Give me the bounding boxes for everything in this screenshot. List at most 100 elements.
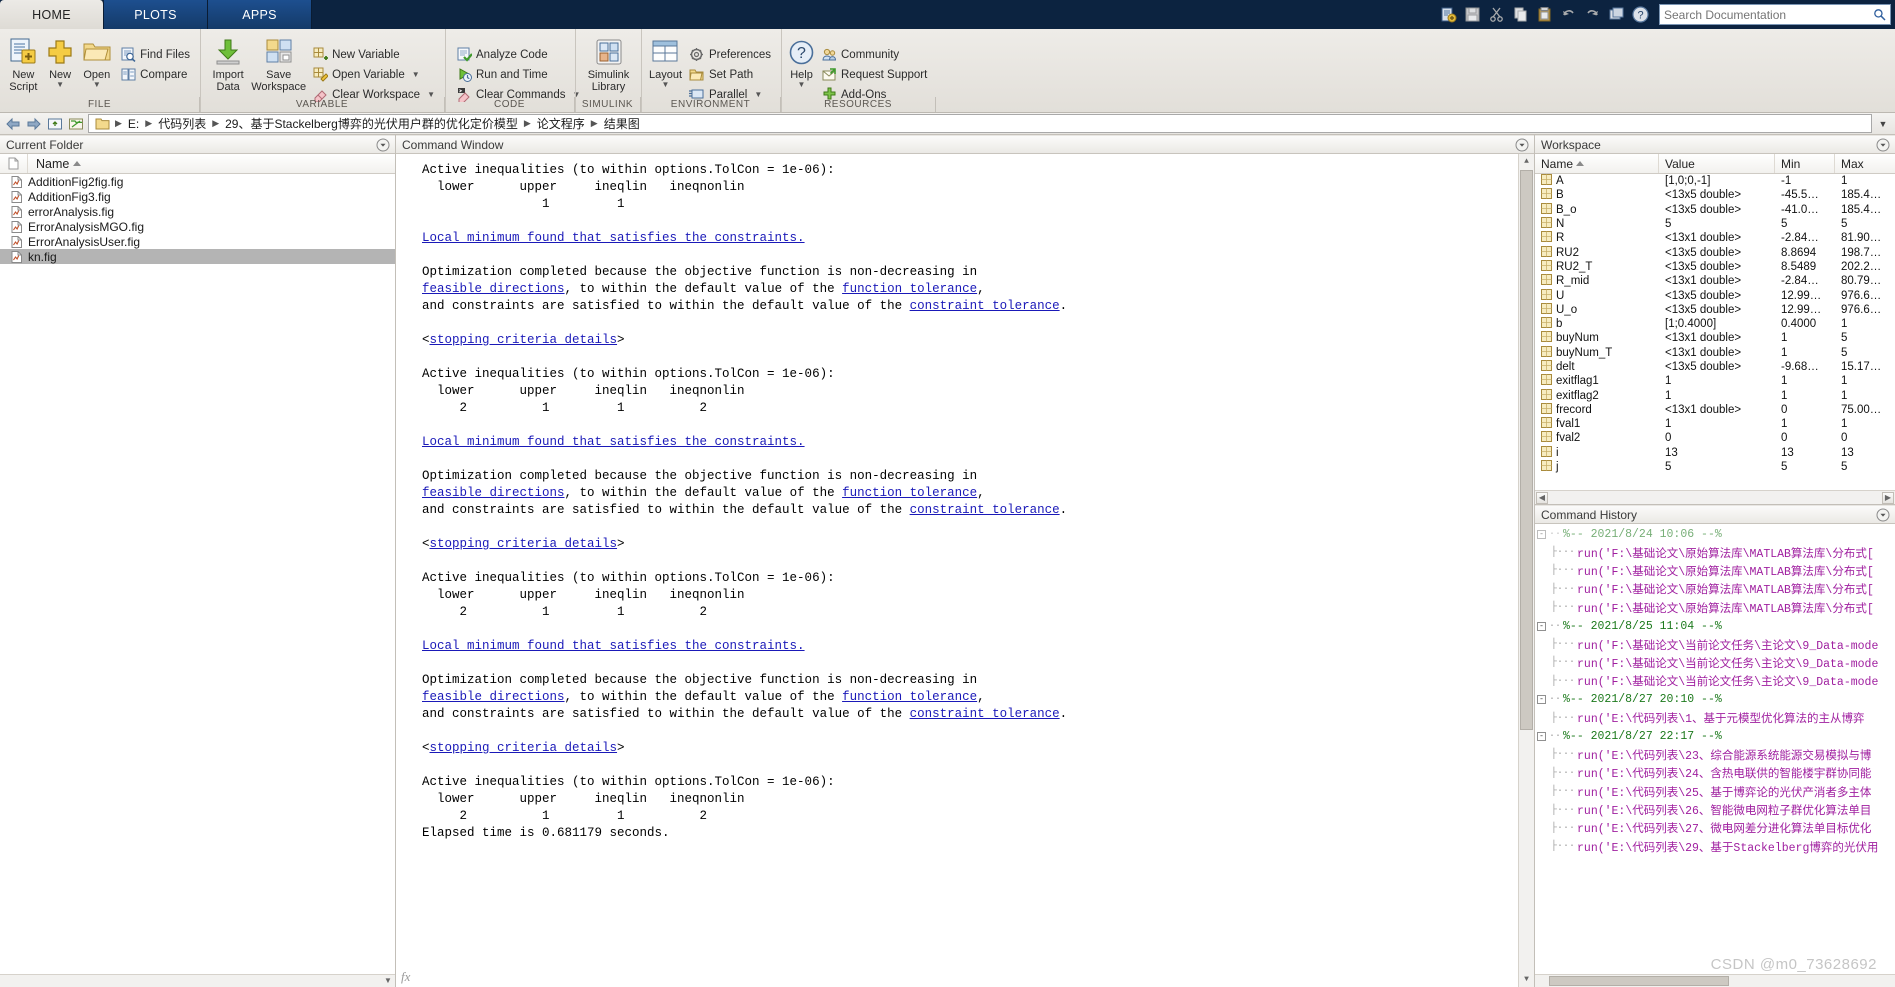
table-row[interactable]: RU2 <13x5 double> 8.8694 198.7…: [1535, 245, 1895, 259]
table-row[interactable]: N555: [1535, 217, 1895, 231]
breadcrumb[interactable]: ▶ E: ▶ 代码列表 ▶ 29、基于Stackelberg博弈的光伏用户群的优…: [88, 114, 1872, 133]
scrollbar-thumb[interactable]: [1549, 976, 1729, 986]
breadcrumb-dropdown-icon[interactable]: ▼: [1875, 119, 1891, 129]
scroll-down-icon[interactable]: ▼: [1520, 973, 1533, 986]
list-item[interactable]: ErrorAnalysisMGO.fig: [0, 219, 395, 234]
list-item[interactable]: ErrorAnalysisUser.fig: [0, 234, 395, 249]
workspace-col-name[interactable]: Name: [1535, 154, 1659, 173]
command-window-scrollbar[interactable]: ▲ ▼: [1518, 154, 1534, 987]
breadcrumb-item-1[interactable]: 代码列表: [156, 115, 208, 132]
table-row[interactable]: exitflag1 1 1 1: [1535, 374, 1895, 388]
preferences-button[interactable]: Preferences: [685, 45, 775, 64]
set-path-button[interactable]: Set Path: [685, 65, 775, 84]
history-session-header[interactable]: - ·· %-- 2021/8/24 10:06 --%: [1535, 525, 1895, 543]
compare-button[interactable]: Compare: [116, 65, 194, 84]
new-button[interactable]: New ▼: [43, 33, 78, 89]
command-output-link[interactable]: stopping criteria details: [430, 537, 618, 551]
history-command[interactable]: ├··· run('E:\代码列表\26、智能微电网粒子群优化算法单目: [1535, 801, 1895, 819]
switch-window-icon[interactable]: [1605, 4, 1627, 25]
breadcrumb-item-4[interactable]: 结果图: [602, 115, 642, 132]
run-and-time-button[interactable]: Run and Time: [452, 65, 584, 84]
open-variable-button[interactable]: Open Variable ▼: [308, 65, 439, 84]
save-icon[interactable]: [1461, 4, 1483, 25]
paste-icon[interactable]: [1533, 4, 1555, 25]
workspace-hscrollbar[interactable]: ◀ ▶: [1535, 490, 1895, 504]
back-arrow-icon[interactable]: [4, 115, 22, 133]
chevron-down-icon[interactable]: ▼: [662, 81, 670, 89]
table-row[interactable]: b [1;0.4000] 0.4000 1: [1535, 317, 1895, 331]
table-row[interactable]: buyNum <13x1 double> 1 5: [1535, 331, 1895, 345]
breadcrumb-item-2[interactable]: 29、基于Stackelberg博弈的光伏用户群的优化定价模型: [223, 115, 520, 132]
table-row[interactable]: U <13x5 double> 12.99… 976.6…: [1535, 288, 1895, 302]
collapse-toggle-icon[interactable]: -: [1537, 731, 1546, 741]
history-command[interactable]: ├··· run('E:\代码列表\23、综合能源系统能源交易模拟与博: [1535, 746, 1895, 764]
workspace-variable-list[interactable]: A [1,0;0,-1] -1 1 B <13x5 double> -45.5… 185.4……: [1535, 174, 1895, 490]
table-row[interactable]: j555: [1535, 460, 1895, 474]
table-row[interactable]: exitflag2 1 1 1: [1535, 388, 1895, 402]
table-row[interactable]: R <13x1 double> -2.84… 81.90…: [1535, 231, 1895, 245]
collapse-toggle-icon[interactable]: -: [1537, 695, 1546, 705]
command-history-list[interactable]: - ·· %-- 2021/8/24 10:06 --% ├··· run('F:\基础…: [1535, 524, 1895, 974]
import-data-button[interactable]: Import Data: [207, 33, 249, 93]
up-folder-icon[interactable]: [46, 115, 64, 133]
panel-options-icon[interactable]: [376, 138, 390, 155]
table-row[interactable]: R_mid <13x1 double> -2.84… 80.79…: [1535, 274, 1895, 288]
history-command[interactable]: ├··· run('E:\代码列表\24、含热电联供的智能楼宇群协同能: [1535, 764, 1895, 782]
command-output-link[interactable]: constraint tolerance: [910, 299, 1060, 313]
command-window-output[interactable]: Active inequalities (to within options.T…: [396, 154, 1534, 987]
new-script-button[interactable]: New Script: [6, 33, 41, 93]
new-script-icon[interactable]: [1437, 4, 1459, 25]
table-row[interactable]: frecord <13x1 double> 0 75.00…: [1535, 402, 1895, 417]
command-output-link[interactable]: feasible directions: [422, 282, 565, 296]
forward-arrow-icon[interactable]: [25, 115, 43, 133]
search-documentation-box[interactable]: [1659, 4, 1891, 25]
community-button[interactable]: Community: [817, 45, 931, 64]
command-output-link[interactable]: function tolerance: [842, 690, 977, 704]
table-row[interactable]: U_o <13x5 double> 12.99… 976.6…: [1535, 302, 1895, 317]
list-item[interactable]: errorAnalysis.fig: [0, 204, 395, 219]
history-command[interactable]: ├··· run('E:\代码列表\29、基于Stackelberg博弈的光伏用: [1535, 838, 1895, 856]
command-output-link[interactable]: Local minimum found that satisfies the c…: [422, 231, 805, 245]
history-command[interactable]: ├··· run('E:\代码列表\25、基于博弈论的光伏产消者多主体: [1535, 782, 1895, 800]
panel-options-icon[interactable]: [1515, 138, 1529, 155]
command-output-link[interactable]: function tolerance: [842, 282, 977, 296]
tab-apps[interactable]: APPS: [208, 0, 312, 29]
list-item[interactable]: AdditionFig2fig.fig: [0, 174, 395, 189]
table-row[interactable]: delt <13x5 double> -9.68… 15.17…: [1535, 360, 1895, 374]
table-row[interactable]: i 13 13 13: [1535, 445, 1895, 460]
scrollbar-thumb[interactable]: [1520, 170, 1533, 730]
workspace-col-value[interactable]: Value: [1659, 154, 1775, 173]
command-output-link[interactable]: stopping criteria details: [430, 741, 618, 755]
tab-plots[interactable]: PLOTS: [104, 0, 208, 29]
list-item-selected[interactable]: kn.fig: [0, 249, 395, 264]
analyze-code-button[interactable]: Analyze Code: [452, 45, 584, 64]
history-command[interactable]: ├··· run('F:\基础论文\当前论文任务\主论文\9_Data-mode: [1535, 635, 1895, 653]
request-support-button[interactable]: Request Support: [817, 65, 931, 84]
collapse-toggle-icon[interactable]: -: [1537, 529, 1546, 539]
scroll-left-icon[interactable]: ◀: [1536, 491, 1548, 504]
workspace-col-max[interactable]: Max: [1835, 154, 1895, 173]
history-command[interactable]: ├··· run('E:\代码列表\1、基于元模型优化算法的主从博弈: [1535, 709, 1895, 727]
chevron-down-icon[interactable]: ▼: [412, 70, 420, 79]
history-command[interactable]: ├··· run('E:\代码列表\27、微电网差分进化算法单目标优化: [1535, 819, 1895, 837]
history-session-header[interactable]: - ·· %-- 2021/8/27 22:17 --%: [1535, 727, 1895, 745]
scroll-up-icon[interactable]: ▲: [1520, 155, 1533, 168]
list-item[interactable]: AdditionFig3.fig: [0, 189, 395, 204]
breadcrumb-item-3[interactable]: 论文程序: [535, 115, 587, 132]
find-files-button[interactable]: Find Files: [116, 45, 194, 64]
command-output-link[interactable]: Local minimum found that satisfies the c…: [422, 639, 805, 653]
browse-folder-icon[interactable]: [67, 115, 85, 133]
history-command[interactable]: ├··· run('F:\基础论文\原始算法库\MATLAB算法库\分布式[: [1535, 599, 1895, 617]
panel-options-icon[interactable]: [1876, 138, 1890, 155]
panel-options-icon[interactable]: [1876, 508, 1890, 525]
table-row[interactable]: fval2 0 0 0: [1535, 431, 1895, 445]
command-output-link[interactable]: stopping criteria details: [430, 333, 618, 347]
help-icon[interactable]: ?: [1629, 4, 1651, 25]
history-command[interactable]: ├··· run('F:\基础论文\当前论文任务\主论文\9_Data-mode: [1535, 654, 1895, 672]
breadcrumb-item-0[interactable]: E:: [126, 117, 141, 131]
command-output-link[interactable]: constraint tolerance: [910, 503, 1060, 517]
search-input[interactable]: [1664, 7, 1886, 22]
chevron-down-icon[interactable]: ▼: [93, 81, 101, 89]
history-command[interactable]: ├··· run('F:\基础论文\原始算法库\MATLAB算法库\分布式[: [1535, 562, 1895, 580]
command-output-link[interactable]: feasible directions: [422, 486, 565, 500]
